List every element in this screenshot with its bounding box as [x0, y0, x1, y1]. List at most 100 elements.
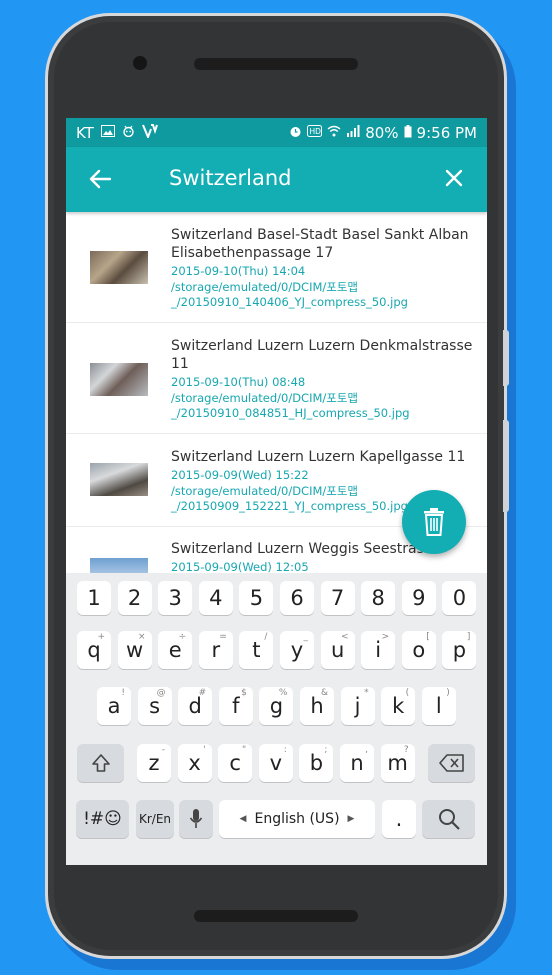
key-hint: <: [341, 632, 349, 642]
period-key[interactable]: .: [382, 800, 416, 838]
photo-date: 2015-09-09(Wed) 15:22: [171, 468, 309, 482]
key-label: f: [232, 694, 240, 718]
key-5[interactable]: 5: [239, 581, 274, 615]
microphone-icon: [189, 809, 203, 828]
app-toolbar: Switzerland: [66, 147, 487, 212]
key-hint: @: [156, 688, 166, 698]
key-label: b: [309, 751, 324, 775]
key-q[interactable]: + q: [77, 631, 111, 669]
photo-date: 2015-09-10(Thu) 14:04: [171, 264, 306, 278]
key-a[interactable]: ! a: [97, 687, 131, 725]
voice-input-key[interactable]: [179, 800, 213, 838]
photo-thumbnail: [90, 251, 148, 284]
list-item[interactable]: Switzerland Luzern Luzern Denkmalstrasse…: [66, 323, 487, 434]
key-8[interactable]: 8: [361, 581, 396, 615]
key-y[interactable]: _ y: [280, 631, 314, 669]
key-b[interactable]: ; b: [299, 744, 334, 782]
key-u[interactable]: < u: [320, 631, 355, 669]
language-switch-key[interactable]: Kr/En: [136, 800, 174, 838]
power-button: [503, 420, 509, 512]
shift-key[interactable]: [77, 744, 124, 782]
key-v[interactable]: :v: [258, 744, 293, 782]
place-name: Switzerland Luzern Luzern Denkmalstrasse…: [171, 338, 473, 372]
key-k[interactable]: (k: [381, 687, 416, 725]
key-h[interactable]: & h: [300, 687, 334, 725]
key-hint: ': [203, 745, 206, 755]
keyboard-row-1: + q × w ÷ e = r / t _ y < u > i[o] p: [66, 628, 487, 684]
key-1[interactable]: 1: [77, 581, 111, 615]
symbols-key[interactable]: !#☺: [76, 800, 129, 838]
key-g[interactable]: % g: [259, 687, 294, 725]
key-label: y: [290, 638, 304, 662]
key-hint: ): [446, 688, 450, 698]
delete-fab[interactable]: [402, 490, 466, 554]
key-r[interactable]: = r: [198, 631, 233, 669]
key-9[interactable]: 9: [401, 581, 436, 615]
keyboard-row-2: ! a @ s # d $ f% g & h * j(k) l: [66, 684, 487, 740]
key-3[interactable]: 3: [158, 581, 193, 615]
list-item[interactable]: Switzerland Basel-Stadt Basel Sankt Alba…: [66, 212, 487, 323]
file-path: /storage/emulated/0/DCIM/포토맵_/20150910_1…: [171, 279, 408, 310]
earpiece-speaker: [194, 58, 358, 70]
search-key[interactable]: [422, 800, 475, 838]
key-label: j: [354, 694, 361, 718]
key-label: v: [269, 751, 283, 775]
key-7[interactable]: 7: [320, 581, 355, 615]
key-e[interactable]: ÷ e: [158, 631, 193, 669]
key-w[interactable]: × w: [117, 631, 152, 669]
key-n[interactable]: ,n: [340, 744, 374, 782]
key-f[interactable]: $ f: [218, 687, 253, 725]
bottom-speaker: [194, 910, 358, 922]
status-bar: KT HD 80% 9:56 PM: [66, 118, 487, 147]
number-row: 1234567890: [66, 573, 487, 629]
key-label: i: [375, 638, 382, 662]
key-hint: :: [283, 745, 287, 755]
key-hint: -: [161, 745, 165, 755]
key-s[interactable]: @ s: [137, 687, 172, 725]
key-hint: ,: [365, 745, 368, 755]
key-i[interactable]: > i: [361, 631, 396, 669]
backspace-key[interactable]: [428, 744, 475, 782]
key-label: c: [229, 751, 241, 775]
android-debug-icon: [122, 125, 135, 140]
back-button[interactable]: [86, 165, 114, 193]
wifi-icon: [327, 125, 341, 140]
key-hint: *: [364, 688, 369, 698]
key-p[interactable]: ] p: [442, 631, 477, 669]
key-6[interactable]: 6: [280, 581, 314, 615]
key-label: p: [452, 638, 467, 662]
space-key[interactable]: ◀ English (US) ▶: [219, 800, 375, 838]
key-hint: >: [381, 632, 390, 642]
key-hint: ?: [403, 745, 409, 755]
key-hint: !: [121, 688, 125, 698]
clock: 9:56 PM: [416, 123, 477, 142]
key-m[interactable]: ? m: [380, 744, 415, 782]
key-hint: ;: [324, 745, 328, 755]
key-label: l: [435, 694, 442, 718]
key-0[interactable]: 0: [442, 581, 477, 615]
key-hint: (: [405, 688, 410, 698]
key-4[interactable]: 4: [198, 581, 233, 615]
battery-percent: 80%: [365, 123, 399, 142]
key-label: o: [412, 638, 426, 662]
key-o[interactable]: [o: [401, 631, 436, 669]
close-button[interactable]: [440, 164, 468, 192]
photo-date: 2015-09-10(Thu) 08:48: [171, 375, 306, 389]
key-c[interactable]: " c: [218, 744, 253, 782]
key-label: n: [350, 751, 364, 775]
screen: KT HD 80% 9:56 PM Switzerland Switzerlan…: [66, 118, 487, 865]
key-x[interactable]: ' x: [177, 744, 212, 782]
key-z[interactable]: -z: [137, 744, 171, 782]
battery-icon: [404, 124, 412, 141]
key-label: k: [392, 694, 405, 718]
key-j[interactable]: * j: [340, 687, 375, 725]
key-hint: &: [320, 688, 328, 698]
key-d[interactable]: # d: [178, 687, 213, 725]
image-icon: [100, 125, 115, 140]
key-2[interactable]: 2: [117, 581, 152, 615]
soft-keyboard: 1234567890 + q × w ÷ e = r / t _ y < u > i[o] p ! a @ s # d $ f…: [66, 573, 487, 865]
key-t[interactable]: / t: [239, 631, 274, 669]
key-l[interactable]: ) l: [421, 687, 456, 725]
keyboard-row-4: !#☺ Kr/En ◀ English (US) ▶ .: [66, 799, 487, 855]
file-path: /storage/emulated/0/DCIM/포토맵_/20150910_0…: [171, 390, 410, 421]
